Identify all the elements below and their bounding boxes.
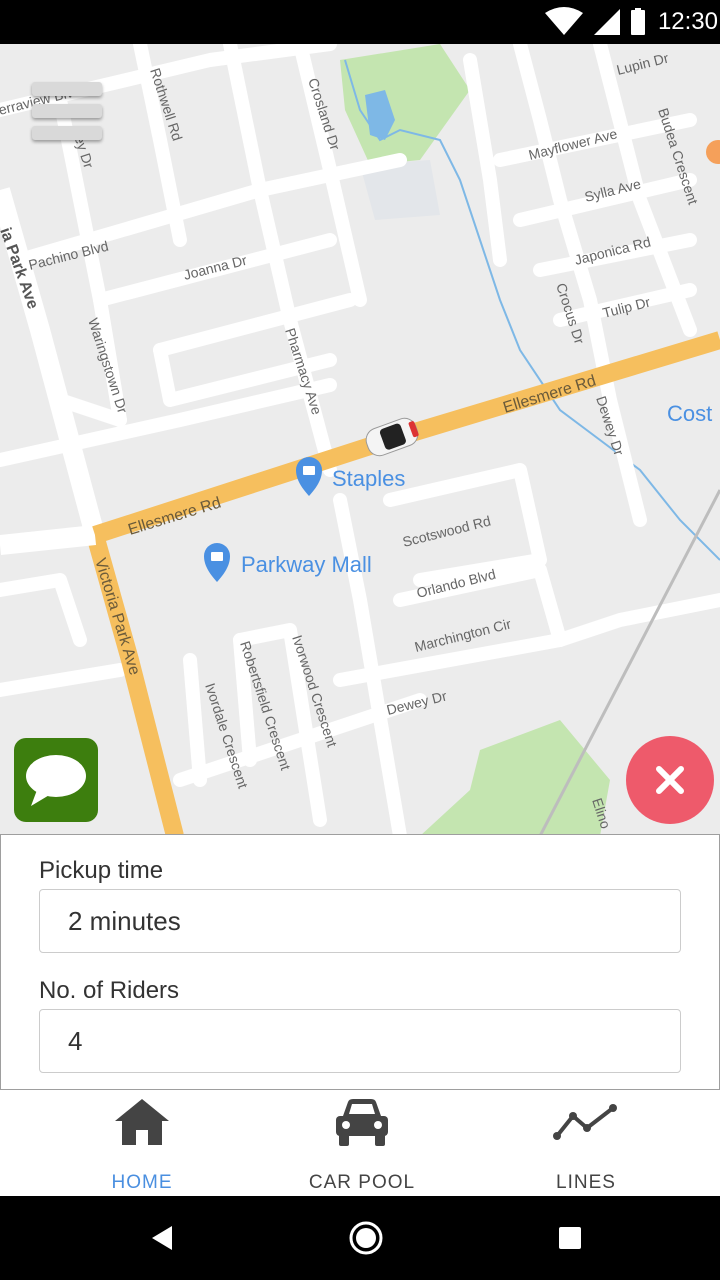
riders-label: No. of Riders: [39, 977, 180, 1004]
riders-field[interactable]: 4: [39, 1009, 681, 1073]
signal-icon: [593, 9, 620, 35]
close-icon: [656, 766, 684, 794]
battery-icon: [630, 8, 645, 35]
nav-lines-label: LINES: [556, 1172, 616, 1193]
nav-home-label: HOME: [111, 1172, 173, 1193]
cancel-ride-button[interactable]: [626, 736, 714, 824]
recents-button[interactable]: [520, 1196, 620, 1280]
map-label: Cost: [667, 401, 712, 426]
menu-icon: [32, 82, 102, 96]
home-system-button[interactable]: [316, 1196, 416, 1280]
pickup-time-label: Pickup time: [39, 857, 164, 884]
nav-car-pool-label: CAR POOL: [308, 1172, 416, 1193]
chat-button[interactable]: [14, 738, 98, 822]
menu-icon-bar: [32, 126, 102, 140]
home-circle-icon: [349, 1221, 383, 1255]
back-button[interactable]: [112, 1196, 212, 1280]
status-bar: 12:30: [0, 0, 720, 44]
nav-home[interactable]: HOME: [22, 1090, 262, 1196]
nav-lines[interactable]: LINES: [466, 1090, 706, 1196]
menu-button[interactable]: [30, 78, 104, 144]
ellesmere-rd-west: [0, 525, 97, 555]
home-icon: [115, 1099, 169, 1145]
ride-form-panel: Pickup time 2 minutes No. of Riders 4: [0, 834, 720, 1090]
back-icon: [152, 1226, 172, 1250]
pickup-time-field[interactable]: 2 minutes: [39, 889, 681, 953]
svg-text:Staples: Staples: [332, 466, 405, 491]
chat-bubble-icon: [26, 755, 86, 806]
recents-icon: [559, 1227, 581, 1249]
svg-text:Parkway Mall: Parkway Mall: [241, 552, 372, 577]
car-icon: [336, 1099, 388, 1146]
map-view[interactable]: Ellesmere Rd Ellesmere Rd Victoria Park …: [0, 44, 720, 836]
nav-car-pool[interactable]: CAR POOL: [242, 1090, 482, 1196]
status-clock: 12:30: [657, 8, 718, 35]
system-navigation-bar: [0, 1196, 720, 1280]
menu-icon-bar: [32, 104, 102, 118]
lines-icon: [553, 1104, 617, 1140]
bottom-navigation: HOME CAR POOL LINES: [0, 1090, 720, 1196]
wifi-icon: [544, 7, 583, 35]
